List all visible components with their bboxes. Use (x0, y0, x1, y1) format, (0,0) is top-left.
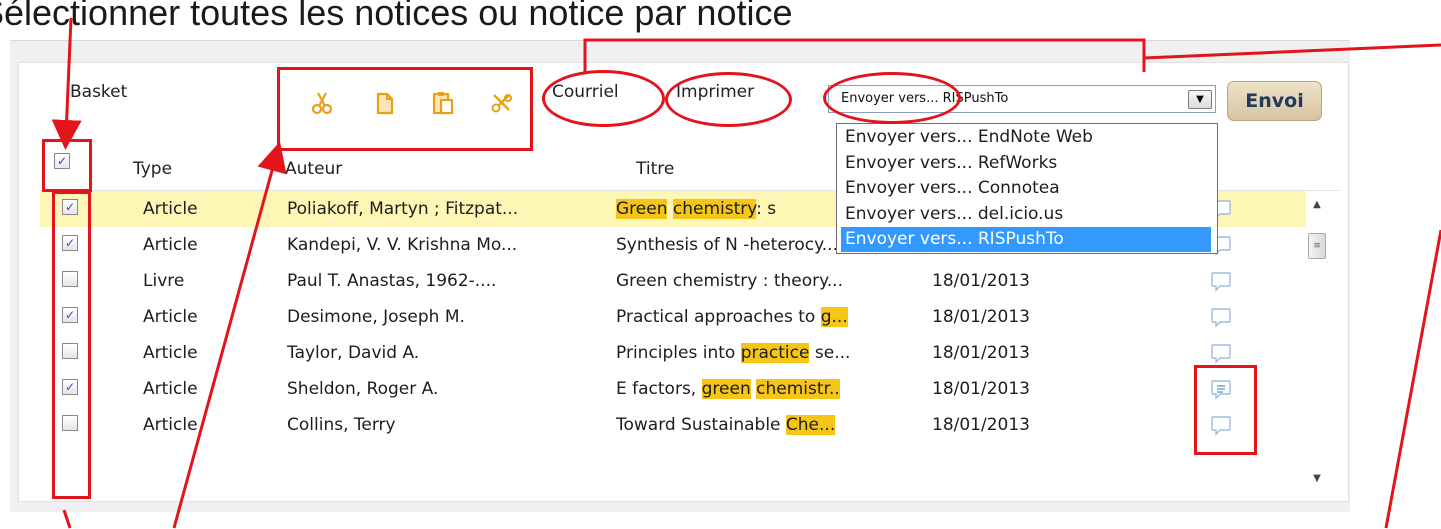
title-fragment: Practical approaches to (616, 307, 821, 327)
send-to-option[interactable]: Envoyer vers... RISPushTo (841, 227, 1211, 252)
send-button[interactable]: Envoi (1227, 81, 1322, 121)
scroll-thumb[interactable]: ≡ (1308, 233, 1326, 259)
send-to-option[interactable]: Envoyer vers... EndNote Web (837, 125, 1211, 150)
table-row[interactable]: ✓ Article Sheldon, Roger A. E factors, gree… (40, 371, 1306, 407)
select-all-checkbox[interactable]: ✓ (54, 153, 70, 169)
row-date: 18/01/2013 (932, 379, 1030, 399)
row-type: Article (143, 235, 198, 255)
row-checkbox[interactable] (62, 415, 78, 431)
row-type: Livre (143, 271, 185, 291)
line-bottom-left (62, 509, 72, 529)
comment-filled-icon[interactable] (1209, 377, 1233, 401)
send-to-option[interactable]: Envoyer vers... Connotea (837, 176, 1211, 201)
row-type: Article (143, 415, 198, 435)
row-title[interactable]: Green chemistry : theory... (616, 263, 896, 299)
title-fragment: Green chemistry : theory... (616, 271, 843, 291)
caption-text: Sélectionner toutes les notices ou notic… (0, 0, 793, 33)
title-fragment: : s (756, 199, 777, 219)
row-date: 18/01/2013 (932, 307, 1030, 327)
row-author[interactable]: Kandepi, V. V. Krishna Mo... (287, 227, 617, 263)
print-link[interactable]: Imprimer (676, 82, 754, 102)
row-type: Article (143, 199, 198, 219)
cut-icon[interactable] (309, 90, 335, 116)
scroll-down-icon[interactable]: ▼ (1310, 473, 1324, 484)
title-fragment: Principles into (616, 343, 741, 363)
row-date: 18/01/2013 (932, 415, 1030, 435)
send-to-option[interactable]: Envoyer vers... RefWorks (837, 151, 1211, 176)
row-title[interactable]: Toward Sustainable Che... (616, 407, 896, 443)
send-to-select[interactable]: Envoyer vers... RISPushTo ▼ (828, 85, 1216, 113)
row-checkbox[interactable]: ✓ (62, 379, 78, 395)
line-bottom-right (1384, 229, 1441, 529)
basket-title: Basket (70, 82, 128, 102)
row-title[interactable]: Practical approaches to g... (616, 299, 896, 335)
row-date: 18/01/2013 (932, 343, 1030, 363)
row-author[interactable]: Collins, Terry (287, 407, 617, 443)
chevron-down-icon[interactable]: ▼ (1188, 90, 1212, 109)
table-row[interactable]: Livre Paul T. Anastas, 1962-.... Green che… (40, 263, 1306, 299)
title-fragment: Synthesis of N -heterocy... (616, 235, 838, 255)
delete-icon[interactable] (489, 90, 515, 116)
row-checkbox[interactable]: ✓ (62, 307, 78, 323)
row-title[interactable]: Principles into practice se... (616, 335, 896, 371)
row-checkbox[interactable] (62, 271, 78, 287)
comment-icon[interactable] (1209, 305, 1233, 329)
title-fragment: se... (809, 343, 851, 363)
highlighted-term: Green (616, 199, 668, 219)
row-author[interactable]: Paul T. Anastas, 1962-.... (287, 263, 617, 299)
send-to-dropdown: Envoyer vers... EndNote Web Envoyer vers.… (836, 123, 1218, 254)
row-author[interactable]: Poliakoff, Martyn ; Fitzpat... (287, 191, 617, 227)
comment-icon[interactable] (1209, 269, 1233, 293)
title-fragment: E factors, (616, 379, 702, 399)
row-checkbox[interactable] (62, 343, 78, 359)
scroll-up-icon[interactable]: ▲ (1310, 199, 1324, 210)
column-header-type[interactable]: Type (133, 159, 172, 179)
highlighted-term: Che... (785, 415, 836, 435)
column-header-author[interactable]: Auteur (285, 159, 342, 179)
row-author[interactable]: Desimone, Joseph M. (287, 299, 617, 335)
comment-icon[interactable] (1209, 413, 1233, 437)
row-checkbox[interactable]: ✓ (62, 235, 78, 251)
row-type: Article (143, 343, 198, 363)
send-to-selected-value: Envoyer vers... RISPushTo (841, 91, 1009, 106)
title-fragment: Toward Sustainable (616, 415, 786, 435)
table-row[interactable]: ✓ Article Desimone, Joseph M. Practical app… (40, 299, 1306, 335)
send-to-option[interactable]: Envoyer vers... del.icio.us (837, 202, 1211, 227)
table-row[interactable]: Article Collins, Terry Toward Sustainable … (40, 407, 1306, 443)
email-link[interactable]: Courriel (552, 82, 619, 102)
copy-icon[interactable] (372, 90, 398, 116)
row-checkbox[interactable]: ✓ (62, 199, 78, 215)
comment-icon[interactable] (1209, 341, 1233, 365)
table-row[interactable]: Article Taylor, David A. Principles into p… (40, 335, 1306, 371)
highlighted-term: green (701, 379, 751, 399)
highlighted-term: practice (740, 343, 810, 363)
row-author[interactable]: Taylor, David A. (287, 335, 617, 371)
column-header-title[interactable]: Titre (636, 159, 674, 179)
results-scrollbar[interactable]: ▲ ≡ ▼ (1306, 191, 1328, 501)
row-title[interactable]: E factors, green chemistr.. (616, 371, 896, 407)
highlighted-term: chemistr.. (756, 379, 840, 399)
row-author[interactable]: Sheldon, Roger A. (287, 371, 617, 407)
highlighted-term: g... (820, 307, 848, 327)
row-date: 18/01/2013 (932, 271, 1030, 291)
row-type: Article (143, 307, 198, 327)
row-type: Article (143, 379, 198, 399)
paste-icon[interactable] (430, 90, 456, 116)
highlighted-term: chemistry (672, 199, 757, 219)
